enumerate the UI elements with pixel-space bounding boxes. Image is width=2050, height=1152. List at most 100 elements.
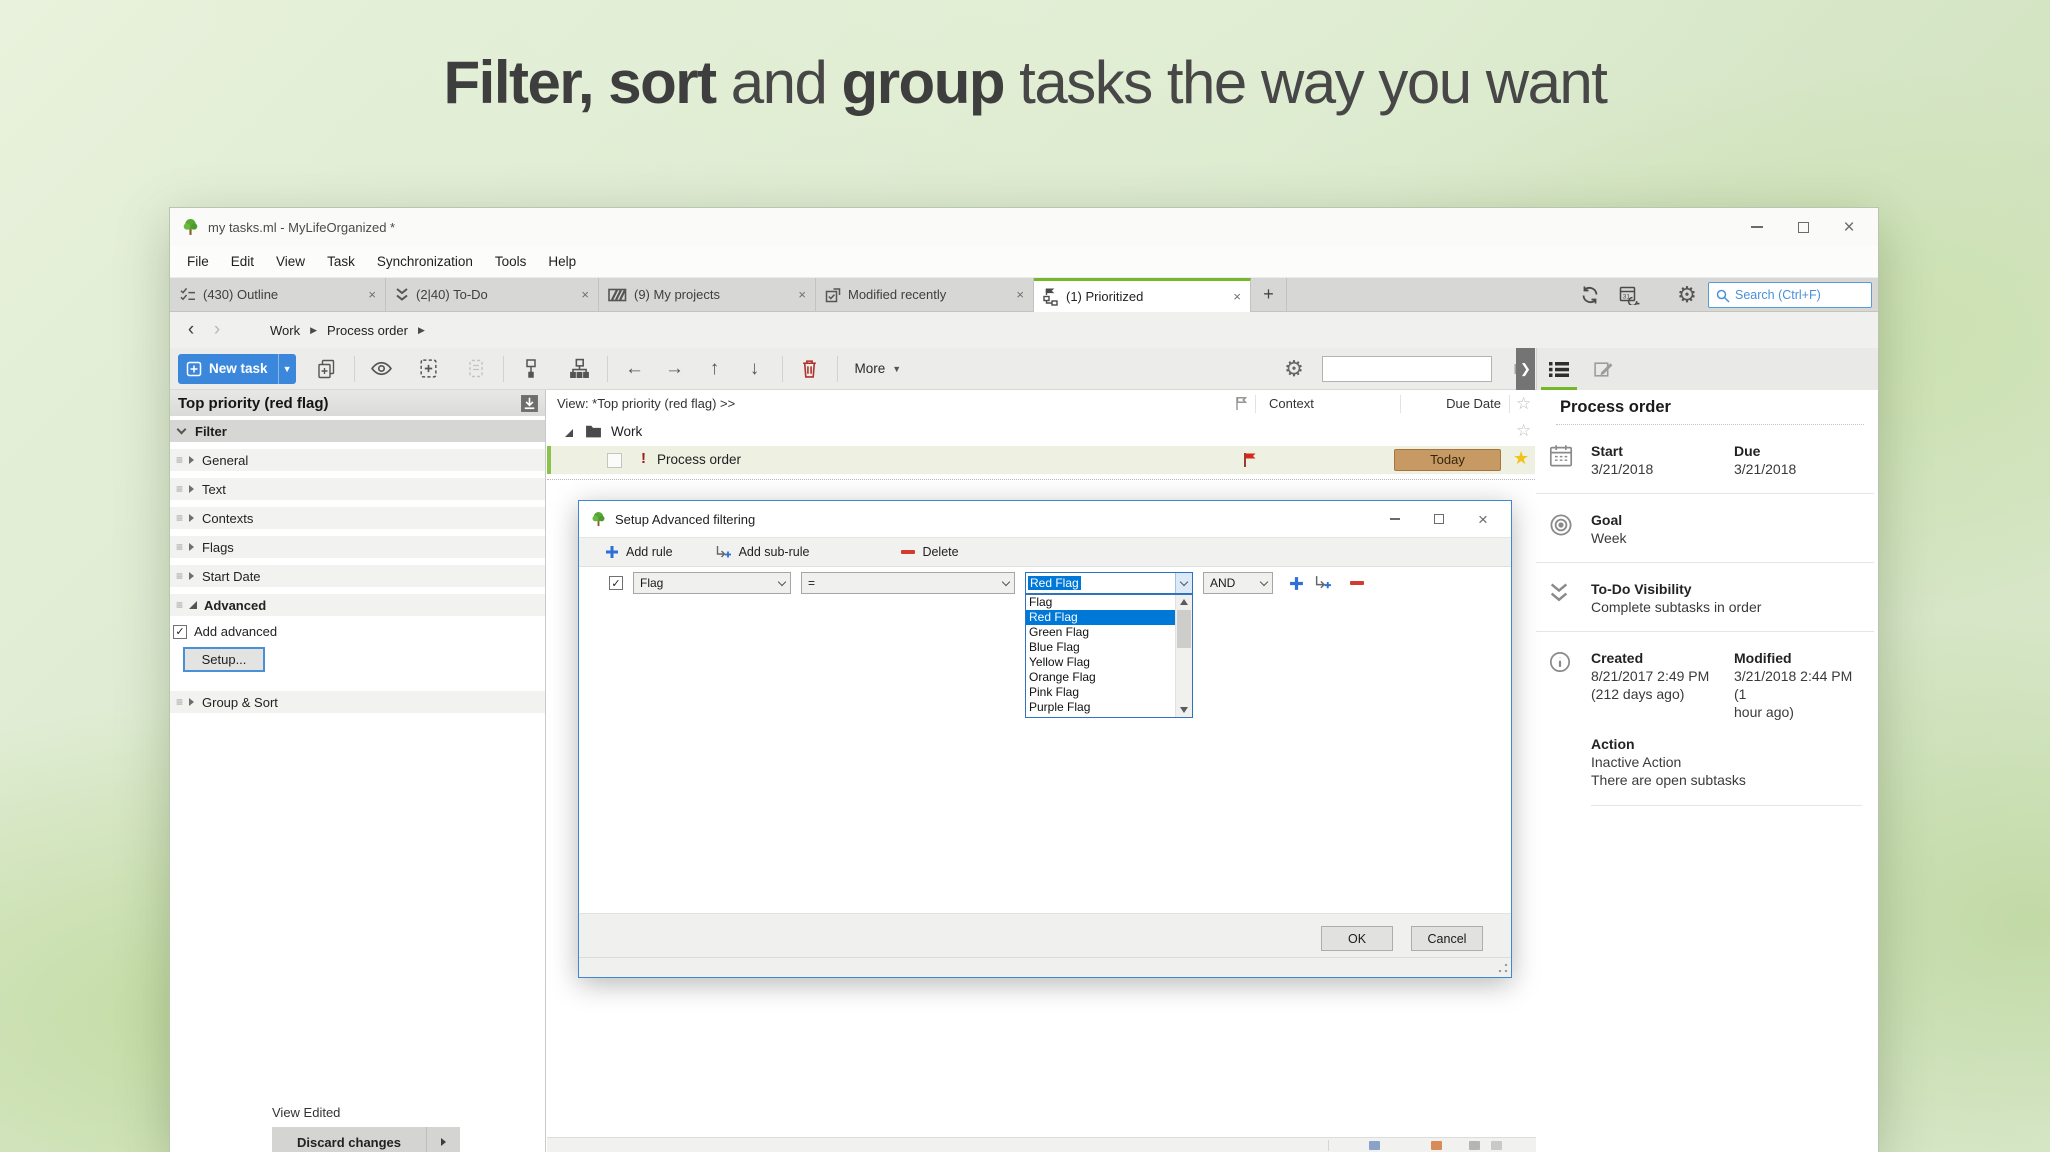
clear-inbox-button[interactable] [461,354,491,384]
sidebar-item-general[interactable]: ≡ General [170,449,545,471]
dropdown-option[interactable]: Flag [1026,595,1175,610]
breadcrumb-work[interactable]: Work [270,323,300,338]
move-up-button[interactable]: ↑ [700,354,730,384]
drag-handle-icon[interactable]: ≡ [176,569,182,583]
menu-task[interactable]: Task [316,254,366,269]
task-row-process-order[interactable]: ! Process order Today ★ [547,446,1535,474]
minimize-button[interactable] [1734,208,1780,246]
quick-filter-input[interactable] [1329,357,1506,381]
row-delete-icon[interactable] [1350,581,1364,585]
save-view-icon[interactable] [520,394,539,413]
new-task-button[interactable]: New task ▼ [178,354,296,384]
scroll-down-icon[interactable] [1180,707,1188,713]
task-checkbox[interactable] [607,453,622,468]
drag-handle-icon[interactable]: ≡ [176,511,182,525]
goal-value[interactable]: Week [1591,529,1862,547]
add-advanced-checkbox[interactable]: ✓ [173,625,187,639]
rule-enabled-checkbox[interactable]: ✓ [609,576,623,590]
search-input[interactable] [1709,283,1871,307]
menu-edit[interactable]: Edit [220,254,265,269]
start-value[interactable]: 3/21/2018 [1591,460,1734,478]
tab-close-icon[interactable]: × [798,287,806,302]
move-down-button[interactable]: ↓ [740,354,770,384]
due-value[interactable]: 3/21/2018 [1734,460,1862,478]
task-row-work[interactable]: Work ☆ [547,418,1535,446]
tab-prioritized[interactable]: (1) Prioritized × [1034,278,1251,312]
rule-operator-select[interactable]: = [801,572,1015,594]
indent-button[interactable]: → [660,354,690,384]
tab-notes-editor[interactable] [1581,348,1625,390]
tab-todo[interactable]: (2|40) To-Do × [386,278,599,311]
tab-outline[interactable]: (430) Outline × [170,278,386,311]
sidebar-item-start-date[interactable]: ≡ Start Date [170,565,545,587]
menu-tools[interactable]: Tools [484,254,538,269]
star-toggle-active[interactable]: ★ [1513,448,1529,469]
red-flag-icon[interactable] [1243,452,1257,468]
sidebar-item-flags[interactable]: ≡ Flags [170,536,545,558]
dropdown-option[interactable]: Blue Flag [1026,640,1175,655]
row-add-rule-icon[interactable] [1289,576,1304,591]
dropdown-option[interactable]: Yellow Flag [1026,655,1175,670]
dropdown-option[interactable]: Green Flag [1026,625,1175,640]
menu-help[interactable]: Help [537,254,587,269]
resize-grip[interactable] [1498,963,1508,973]
tab-close-icon[interactable]: × [1233,289,1241,304]
star-column-icon[interactable]: ☆ [1516,394,1531,414]
tab-my-projects[interactable]: (9) My projects × [599,278,816,311]
drag-handle-icon[interactable]: ≡ [176,453,182,467]
maximize-button[interactable] [1780,208,1826,246]
menu-view[interactable]: View [265,254,316,269]
tab-modified-recently[interactable]: Modified recently × [816,278,1034,311]
sync-schedule-button[interactable]: 31 [1615,280,1645,310]
delete-rule-button[interactable]: Delete [901,545,958,559]
sidebar-item-advanced[interactable]: ≡ Advanced [170,594,545,616]
dropdown-option[interactable]: Orange Flag [1026,670,1175,685]
outdent-button[interactable]: ← [620,354,650,384]
task-title[interactable]: Work [611,424,642,439]
tab-close-icon[interactable]: × [368,287,376,302]
row-add-sub-rule-icon[interactable] [1314,575,1332,591]
show-outline-button[interactable] [565,354,595,384]
filter-section-header[interactable]: Filter [170,420,545,442]
dialog-maximize-button[interactable] [1417,503,1461,535]
sidebar-item-contexts[interactable]: ≡ Contexts [170,507,545,529]
task-title[interactable]: Process order [657,452,741,467]
more-button[interactable]: More ▼ [855,361,902,376]
drag-handle-icon[interactable]: ≡ [176,695,182,709]
scroll-up-icon[interactable] [1180,599,1188,605]
breadcrumb-process-order[interactable]: Process order [327,323,408,338]
rule-field-select[interactable]: Flag [633,572,791,594]
nav-back-button[interactable]: ‹ [178,316,204,344]
discard-changes-button[interactable]: Discard changes [272,1127,460,1152]
dialog-close-button[interactable]: × [1461,503,1505,535]
nav-forward-button[interactable]: › [204,316,230,344]
tab-close-icon[interactable]: × [581,287,589,302]
add-to-inbox-button[interactable] [414,354,444,384]
dropdown-option[interactable]: Purple Flag [1026,700,1175,715]
menu-file[interactable]: File [176,254,220,269]
discard-dropdown[interactable] [426,1127,460,1152]
drag-handle-icon[interactable]: ≡ [176,598,182,612]
menu-synchronization[interactable]: Synchronization [366,254,484,269]
new-tab-button[interactable]: + [1251,278,1287,311]
drag-handle-icon[interactable]: ≡ [176,482,182,496]
drag-handle-icon[interactable]: ≡ [176,540,182,554]
rule-value-combobox[interactable]: Red Flag [1025,572,1193,594]
dropdown-scrollbar[interactable] [1175,595,1192,717]
duplicate-task-button[interactable] [312,354,342,384]
sync-button[interactable] [1575,280,1605,310]
view-settings-button[interactable]: ⚙ [1279,354,1309,384]
star-toggle[interactable]: ☆ [1516,421,1531,441]
rule-join-select[interactable]: AND [1203,572,1273,594]
ok-button[interactable]: OK [1321,926,1393,951]
add-sub-rule-button[interactable]: Add sub-rule [715,545,810,560]
dialog-minimize-button[interactable] [1373,503,1417,535]
delete-task-button[interactable] [795,354,825,384]
flag-column-icon[interactable] [1235,396,1248,414]
expanded-triangle-icon[interactable] [565,429,573,437]
settings-button[interactable]: ⚙ [1672,280,1702,310]
scrollbar-thumb[interactable] [1177,610,1191,648]
sidebar-item-text[interactable]: ≡ Text [170,478,545,500]
dropdown-option[interactable]: Pink Flag [1026,685,1175,700]
cancel-button[interactable]: Cancel [1411,926,1483,951]
